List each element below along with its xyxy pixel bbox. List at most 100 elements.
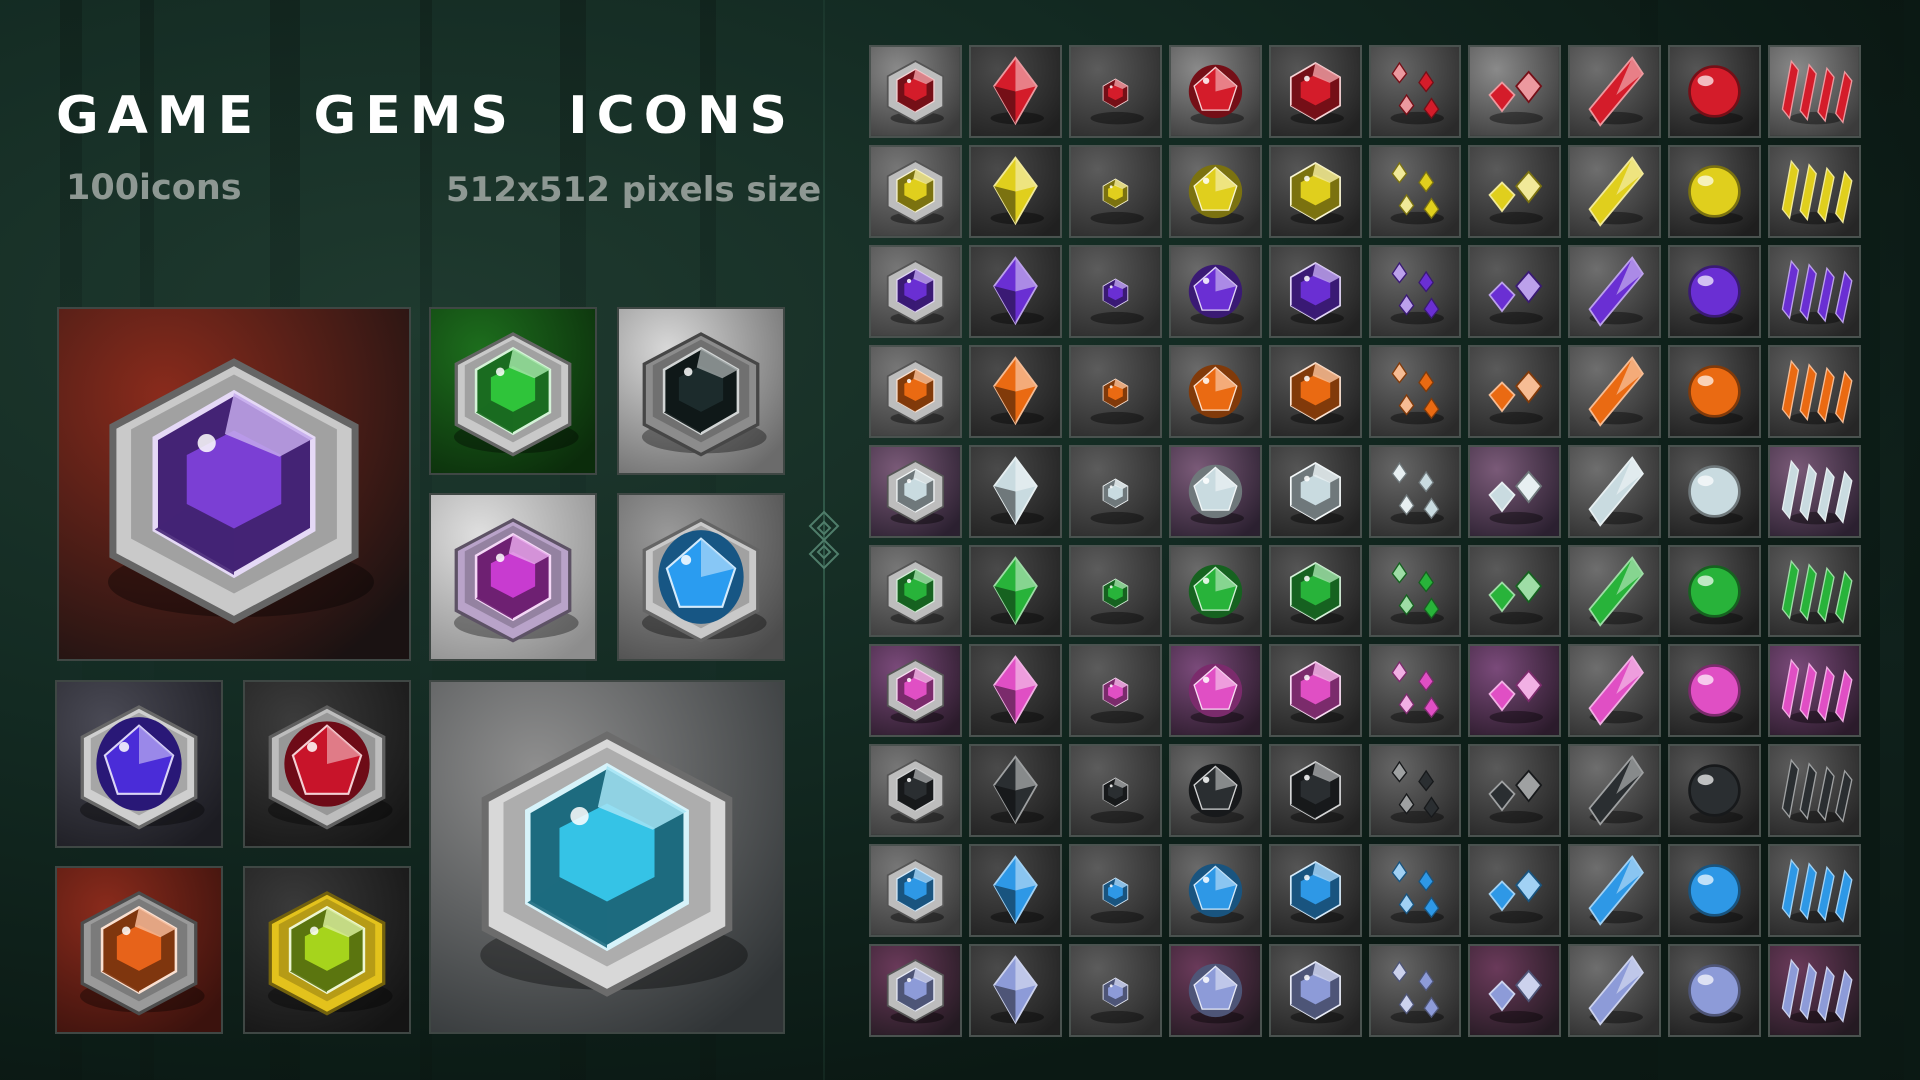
gem-icon-green-cluster — [1368, 544, 1462, 638]
gem-icon-green-shard — [1568, 544, 1662, 638]
gem-icon-blue-diamond — [968, 844, 1062, 938]
gem-icon-yellow-diamond — [968, 144, 1062, 238]
gem-icon — [1070, 846, 1160, 936]
icon-size-label: 512x512 pixels size — [446, 170, 822, 210]
gem-icon-black-cluster — [1368, 744, 1462, 838]
gem-icon — [1770, 346, 1859, 436]
gem-icon — [1670, 446, 1760, 536]
gem-icon-opal-spikes — [1768, 944, 1861, 1037]
gem-icon-red-spikes — [1768, 45, 1861, 138]
gem-icon — [970, 946, 1060, 1035]
gem-icon — [1670, 146, 1760, 236]
blue-gem-in-stone-icon — [619, 495, 783, 659]
gem-icon-white-diamond-diamond — [968, 444, 1062, 538]
gem-icon — [1170, 146, 1260, 236]
gem-icon — [871, 47, 960, 136]
gem-icon-pink-orb — [1668, 644, 1762, 738]
gem-icon — [1670, 846, 1760, 936]
gem-icon — [1570, 246, 1660, 336]
gem-icon-yellow-small — [1068, 144, 1162, 238]
gem-icon — [1370, 47, 1460, 136]
gem-icon — [970, 146, 1060, 236]
gem-icon-white-diamond-shard — [1568, 444, 1662, 538]
gem-icon-green-round — [1168, 544, 1262, 638]
showcase-tile-violet — [57, 307, 411, 661]
gem-icon — [1470, 346, 1560, 436]
gem-icon — [1370, 346, 1460, 436]
gem-icon-orange-orb — [1668, 344, 1762, 438]
gem-icon — [1070, 346, 1160, 436]
gem-icon-pink-round — [1168, 644, 1262, 738]
gem-icon-green-spikes — [1768, 544, 1861, 638]
gem-icon — [1370, 546, 1460, 636]
gem-icon-red-pair — [1468, 45, 1562, 138]
gem-icon-blue-set — [869, 844, 962, 938]
gem-icon-violet-shard — [1568, 244, 1662, 338]
divider-ornament-icon — [808, 510, 840, 570]
red-gem-in-stone-icon — [245, 682, 409, 846]
gem-icon — [1270, 646, 1360, 736]
gem-icon-pink-spikes — [1768, 644, 1861, 738]
gem-icon-red-shard — [1568, 45, 1662, 138]
gem-icon — [1270, 47, 1360, 136]
gem-icon — [1370, 146, 1460, 236]
gem-icon-pink-hex — [1268, 644, 1362, 738]
gem-icon-pink-set — [869, 644, 962, 738]
gem-icon-orange-pair — [1468, 344, 1562, 438]
gem-icon — [1370, 446, 1460, 536]
gem-icon-green-diamond — [968, 544, 1062, 638]
gem-icon — [970, 47, 1060, 136]
gem-icon-yellow-set — [869, 144, 962, 238]
gem-icon-blue-small — [1068, 844, 1162, 938]
gem-icon-violet-diamond — [968, 244, 1062, 338]
gem-icon — [1570, 646, 1660, 736]
gem-icon — [1170, 546, 1260, 636]
gem-icon-black-pair — [1468, 744, 1562, 838]
gem-icon — [1270, 546, 1360, 636]
gem-icon — [1270, 946, 1360, 1035]
gem-icon-green-pair — [1468, 544, 1562, 638]
gem-icon-yellow-pair — [1468, 144, 1562, 238]
gem-icon-blue-spikes — [1768, 844, 1861, 938]
gem-icon — [1570, 846, 1660, 936]
gem-icon — [1170, 346, 1260, 436]
gem-icon — [1270, 246, 1360, 336]
gem-icon — [1770, 446, 1859, 536]
showcase-tile-red — [243, 680, 411, 848]
showcase-tile-black — [617, 307, 785, 475]
gem-icon-opal-pair — [1468, 944, 1562, 1037]
gem-icon-green-orb — [1668, 544, 1762, 638]
gem-icon-red-orb — [1668, 45, 1762, 138]
gem-icon-black-spikes — [1768, 744, 1861, 838]
gem-icon-yellow-cluster — [1368, 144, 1462, 238]
gem-icon — [1570, 546, 1660, 636]
gem-icon — [1470, 846, 1560, 936]
gem-icon — [1270, 446, 1360, 536]
gem-icon — [1170, 646, 1260, 736]
gem-icon — [1070, 446, 1160, 536]
page-title: GAME GEMS ICONS — [56, 86, 796, 146]
gem-icon-white-diamond-hex — [1268, 444, 1362, 538]
gem-icon-blue-hex — [1268, 844, 1362, 938]
gem-icon-red-diamond — [968, 45, 1062, 138]
gem-icon-orange-hex — [1268, 344, 1362, 438]
gem-icon-white-diamond-spikes — [1768, 444, 1861, 538]
gem-icon — [970, 746, 1060, 836]
gem-icon-orange-set — [869, 344, 962, 438]
gem-icon — [1170, 446, 1260, 536]
gem-icon-blue-orb — [1668, 844, 1762, 938]
gem-icon-orange-diamond — [968, 344, 1062, 438]
showcase-tile-yellow-green — [243, 866, 411, 1034]
gem-icon-red-set — [869, 45, 962, 138]
green-gem-in-stone-icon — [431, 309, 595, 473]
gem-icon-white-diamond-cluster — [1368, 444, 1462, 538]
gem-icon-orange-small — [1068, 344, 1162, 438]
gem-icon — [1570, 47, 1660, 136]
icon-grid — [869, 45, 1861, 1037]
gem-icon — [1070, 546, 1160, 636]
gem-icon — [871, 146, 960, 236]
gem-icon-violet-orb — [1668, 244, 1762, 338]
title-word-gems: GEMS — [313, 86, 517, 146]
gem-icon-yellow-round — [1168, 144, 1262, 238]
gem-icon — [1170, 47, 1260, 136]
